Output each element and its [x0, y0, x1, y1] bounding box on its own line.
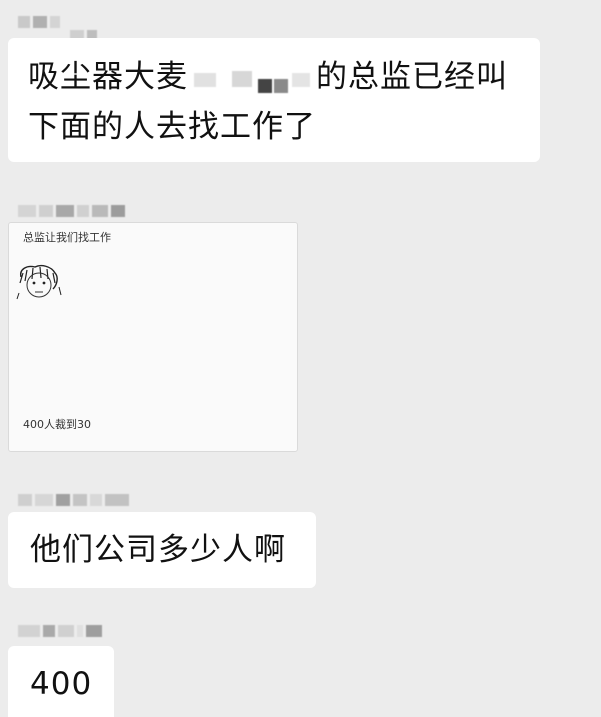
image-message[interactable]: 总监让我们找工作 400人裁到30 — [8, 222, 298, 452]
redacted-text — [188, 65, 316, 93]
message-bubble[interactable]: 他们公司多少人啊 — [8, 512, 316, 588]
image-caption-top: 总监让我们找工作 — [23, 231, 111, 244]
sender-name-blurred — [18, 492, 132, 508]
message-bubble[interactable]: 400 — [8, 646, 114, 717]
message-bubble[interactable]: 吸尘器大麦 的总监已经叫 下面的人去找工作了 — [8, 38, 540, 162]
sender-name-blurred — [18, 14, 63, 30]
message-text: 他们公司多少人啊 — [30, 532, 286, 568]
sender-name-blurred — [18, 203, 128, 219]
message-text: 吸尘器大麦 的总监已经叫 下面的人去找工作了 — [28, 59, 508, 145]
sender-name-blurred — [18, 623, 105, 639]
sketch-face-icon — [16, 264, 62, 300]
image-caption-bottom: 400人裁到30 — [23, 418, 91, 431]
message-text: 400 — [30, 666, 93, 702]
